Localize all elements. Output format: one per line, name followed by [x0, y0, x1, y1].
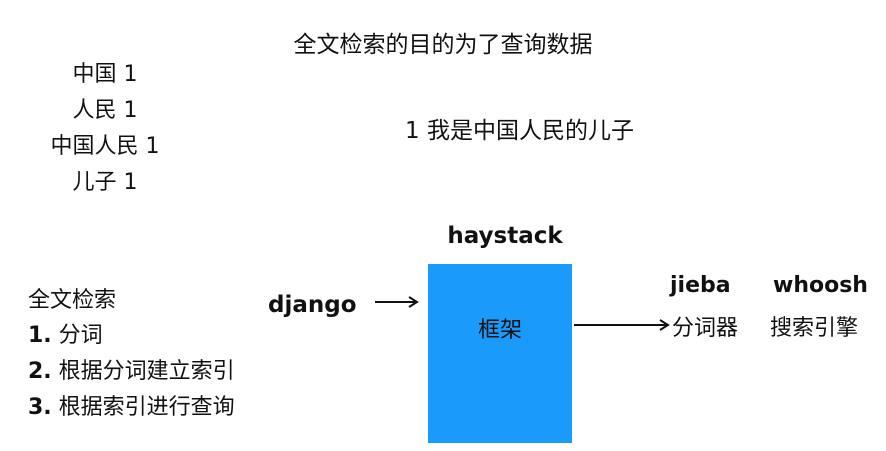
- step-text: 根据索引进行查询: [58, 395, 235, 420]
- step-item: 1. 分词: [28, 325, 103, 347]
- index-term: 人民 1: [72, 98, 138, 123]
- framework-to-tools-arrow: [574, 319, 670, 331]
- search-engine-label: 搜索引擎: [770, 316, 859, 341]
- step-text: 根据分词建立索引: [58, 359, 235, 384]
- steps-heading: 全文检索: [28, 288, 117, 313]
- step-number: 2.: [28, 359, 52, 384]
- step-item: 3. 根据索引进行查询: [28, 397, 235, 419]
- diagram-title: 全文检索的目的为了查询数据: [293, 32, 593, 58]
- index-term: 中国 1: [72, 62, 138, 87]
- step-text: 分词: [58, 323, 103, 348]
- framework-box: 框架: [428, 264, 572, 443]
- haystack-label: haystack: [447, 223, 563, 249]
- django-to-framework-arrow: [375, 296, 419, 308]
- index-term: 儿子 1: [72, 170, 138, 195]
- whoosh-label: whoosh: [773, 273, 868, 298]
- index-term: 中国人民 1: [50, 134, 160, 159]
- framework-label: 框架: [477, 318, 522, 343]
- step-number: 3.: [28, 395, 52, 420]
- step-number: 1.: [28, 323, 52, 348]
- jieba-label: jieba: [670, 273, 731, 298]
- example-sentence: 1 我是中国人民的儿子: [405, 118, 634, 144]
- tokenizer-label: 分词器: [672, 316, 739, 341]
- django-label: django: [268, 292, 357, 318]
- step-item: 2. 根据分词建立索引: [28, 361, 235, 383]
